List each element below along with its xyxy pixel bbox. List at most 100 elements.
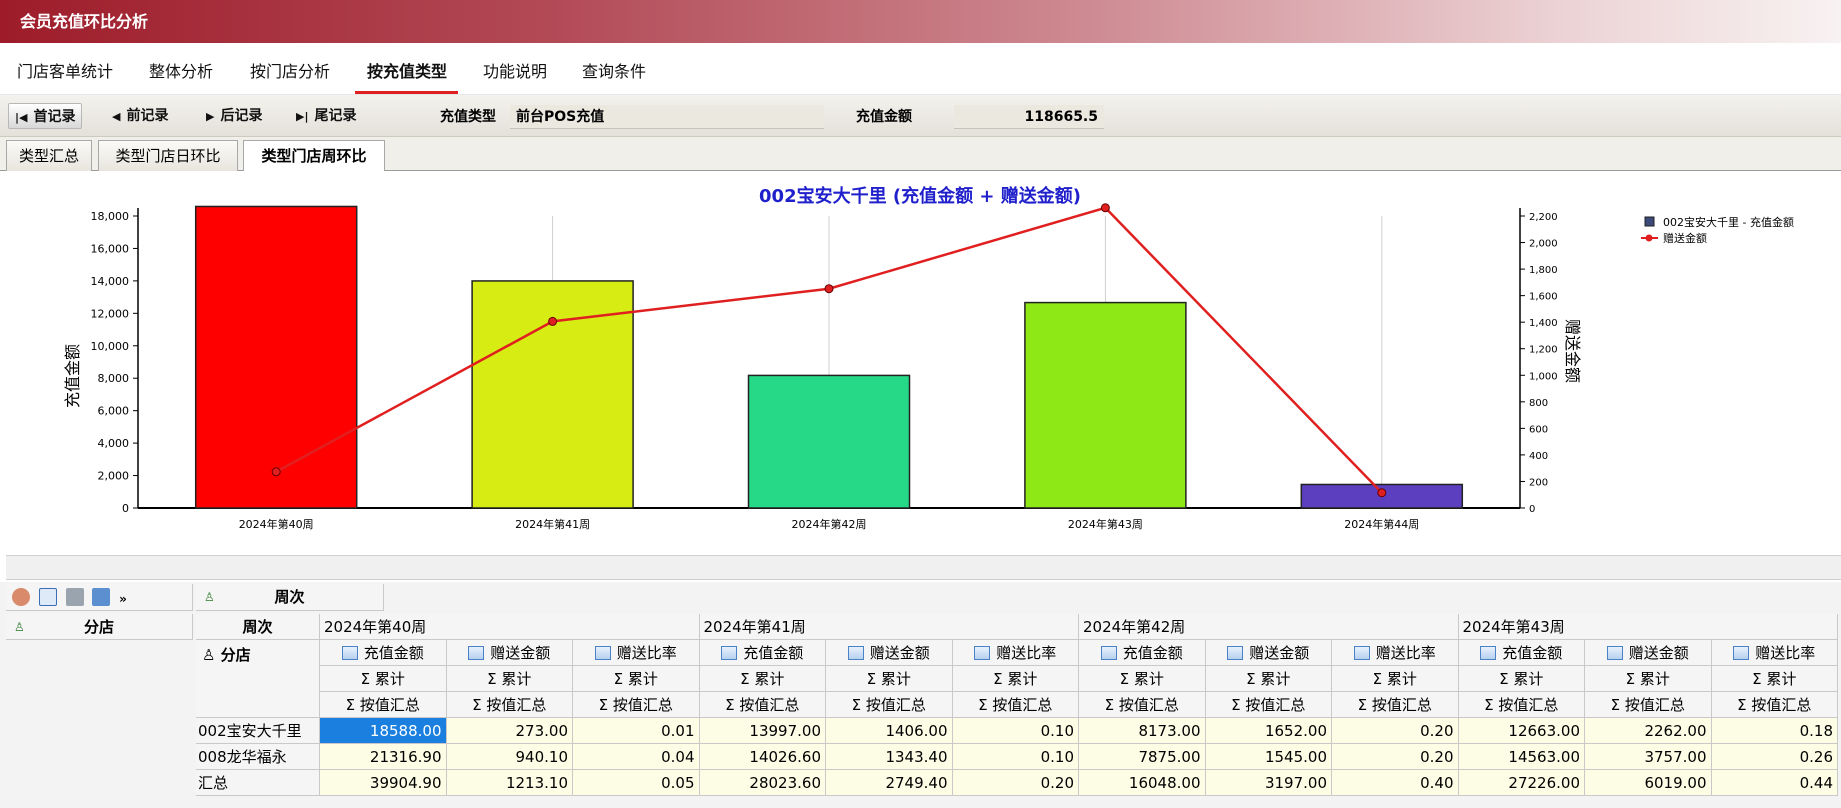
user-icon[interactable] (12, 588, 30, 606)
row-header[interactable]: 008龙华福永 (196, 744, 320, 770)
first-record-button[interactable]: |◀ 首记录 (8, 103, 83, 129)
data-cell[interactable]: 0.20 (952, 770, 1079, 796)
measure-column-header[interactable]: 赠送比率 (1332, 640, 1459, 666)
grid-icon[interactable] (38, 588, 57, 606)
next-record-button[interactable]: ▶ 后记录 (200, 103, 268, 129)
data-cell[interactable]: 0.01 (573, 718, 700, 744)
tools-icon[interactable] (65, 588, 84, 606)
data-cell[interactable]: 27226.00 (1458, 770, 1585, 796)
data-cell[interactable]: 0.40 (1332, 770, 1459, 796)
measure-column-header[interactable]: 赠送比率 (952, 640, 1079, 666)
export-icon[interactable] (92, 588, 111, 606)
measure-column-header[interactable]: 赠送比率 (1711, 640, 1838, 666)
data-cell[interactable]: 0.18 (1711, 718, 1838, 744)
measure-column-header[interactable]: 充值金额 (320, 640, 447, 666)
tab-function-description[interactable]: 功能说明 (481, 43, 549, 95)
measure-column-header[interactable]: 赠送金额 (1585, 640, 1712, 666)
x-tick-label: 2024年第41周 (515, 517, 590, 531)
week-column-header[interactable]: 2024年第43周 (1458, 614, 1838, 640)
measure-column-header[interactable]: 赠送金额 (446, 640, 573, 666)
recharge-amount-field[interactable]: 118665.5 (954, 105, 1104, 129)
data-cell[interactable]: 6019.00 (1585, 770, 1712, 796)
aggregate-cumulative-header: Σ 累计 (573, 666, 700, 692)
more-icon[interactable]: » (119, 592, 127, 606)
measure-column-header[interactable]: 充值金额 (699, 640, 826, 666)
data-cell[interactable]: 28023.60 (699, 770, 826, 796)
measure-label: 赠送比率 (1755, 644, 1816, 662)
last-record-button[interactable]: ▶| 尾记录 (290, 103, 362, 129)
measure-column-header[interactable]: 赠送比率 (573, 640, 700, 666)
data-cell[interactable]: 16048.00 (1079, 770, 1206, 796)
active-tab-indicator (355, 91, 458, 94)
data-cell[interactable]: 3757.00 (1585, 744, 1712, 770)
prev-record-button[interactable]: ◀ 前记录 (106, 103, 174, 129)
measure-icon (847, 646, 864, 660)
row-header-field[interactable]: ♙ 分店 (196, 640, 320, 718)
data-cell[interactable]: 0.20 (1332, 744, 1459, 770)
data-cell[interactable]: 1652.00 (1205, 718, 1332, 744)
data-cell[interactable]: 0.44 (1711, 770, 1838, 796)
week-column-header[interactable]: 2024年第42周 (1079, 614, 1459, 640)
data-cell[interactable]: 2749.40 (826, 770, 953, 796)
tab-store-ticket-stats[interactable]: 门店客单统计 (16, 43, 114, 95)
data-cell[interactable]: 2262.00 (1585, 718, 1712, 744)
y2-tick-label: 2,200 (1529, 212, 1558, 223)
aggregate-cumulative-header: Σ 累计 (1585, 666, 1712, 692)
filter-field-label: 周次 (274, 588, 305, 606)
aggregate-cumulative-header: Σ 累计 (320, 666, 447, 692)
data-cell[interactable]: 0.20 (1332, 718, 1459, 744)
measure-column-header[interactable]: 赠送金额 (1205, 640, 1332, 666)
measure-column-header[interactable]: 赠送金额 (826, 640, 953, 666)
y2-tick-label: 1,600 (1529, 292, 1558, 303)
data-cell[interactable]: 1343.40 (826, 744, 953, 770)
data-cell[interactable]: 12663.00 (1458, 718, 1585, 744)
data-cell[interactable]: 18588.00 (320, 718, 447, 744)
data-cell[interactable]: 14563.00 (1458, 744, 1585, 770)
pane-splitter[interactable] (6, 555, 1841, 580)
row-header[interactable]: 002宝安大千里 (196, 718, 320, 744)
data-cell[interactable]: 0.10 (952, 718, 1079, 744)
data-cell[interactable]: 0.04 (573, 744, 700, 770)
next-record-icon: ▶ (206, 110, 215, 123)
data-cell[interactable]: 0.05 (573, 770, 700, 796)
aggregate-cumulative-header: Σ 累计 (1332, 666, 1459, 692)
subtab-type-store-weekly[interactable]: 类型门店周环比 (243, 140, 385, 172)
legend-label-bar: 002宝安大千里 - 充值金额 (1663, 215, 1794, 229)
data-cell[interactable]: 940.10 (446, 744, 573, 770)
measure-column-header[interactable]: 充值金额 (1079, 640, 1206, 666)
data-cell[interactable]: 1545.00 (1205, 744, 1332, 770)
measure-column-header[interactable]: 充值金额 (1458, 640, 1585, 666)
data-cell[interactable]: 13997.00 (699, 718, 826, 744)
y-tick-label: 16,000 (91, 242, 130, 255)
recharge-type-field[interactable]: 前台POS充值 (510, 105, 824, 129)
row-field-person-icon: ♙ (14, 620, 25, 634)
data-cell[interactable]: 1213.10 (446, 770, 573, 796)
record-toolbar: |◀ 首记录 ◀ 前记录 ▶ 后记录 ▶| 尾记录 充值类型 前台POS充值 充值金额 … (0, 95, 1841, 137)
data-cell[interactable]: 14026.60 (699, 744, 826, 770)
data-cell[interactable]: 3197.00 (1205, 770, 1332, 796)
measure-label: 赠送金额 (1628, 644, 1689, 662)
bar (194, 205, 358, 509)
line-point (824, 284, 834, 294)
data-cell[interactable]: 39904.90 (320, 770, 447, 796)
data-cell[interactable]: 1406.00 (826, 718, 953, 744)
week-column-header[interactable]: 2024年第41周 (699, 614, 1079, 640)
data-cell[interactable]: 21316.90 (320, 744, 447, 770)
row-header[interactable]: 汇总 (196, 770, 320, 796)
column-field-chip[interactable]: 周次 (196, 614, 320, 640)
week-column-header[interactable]: 2024年第40周 (320, 614, 700, 640)
subtab-type-summary[interactable]: 类型汇总 (6, 140, 92, 171)
data-cell[interactable]: 7875.00 (1079, 744, 1206, 770)
subtab-type-store-daily[interactable]: 类型门店日环比 (98, 140, 238, 171)
tab-by-recharge-type[interactable]: 按充值类型 (362, 43, 452, 95)
data-cell[interactable]: 8173.00 (1079, 718, 1206, 744)
row-field-chip[interactable]: ♙ 分店 (6, 614, 193, 640)
tab-overall-analysis[interactable]: 整体分析 (147, 43, 215, 95)
data-cell[interactable]: 0.26 (1711, 744, 1838, 770)
tab-query-conditions[interactable]: 查询条件 (580, 43, 648, 95)
tab-by-store-analysis[interactable]: 按门店分析 (248, 43, 332, 95)
data-cell[interactable]: 0.10 (952, 744, 1079, 770)
y-tick-label: 14,000 (91, 275, 130, 288)
data-cell[interactable]: 273.00 (446, 718, 573, 744)
filter-field-chip[interactable]: ♙ 周次 (196, 584, 384, 611)
